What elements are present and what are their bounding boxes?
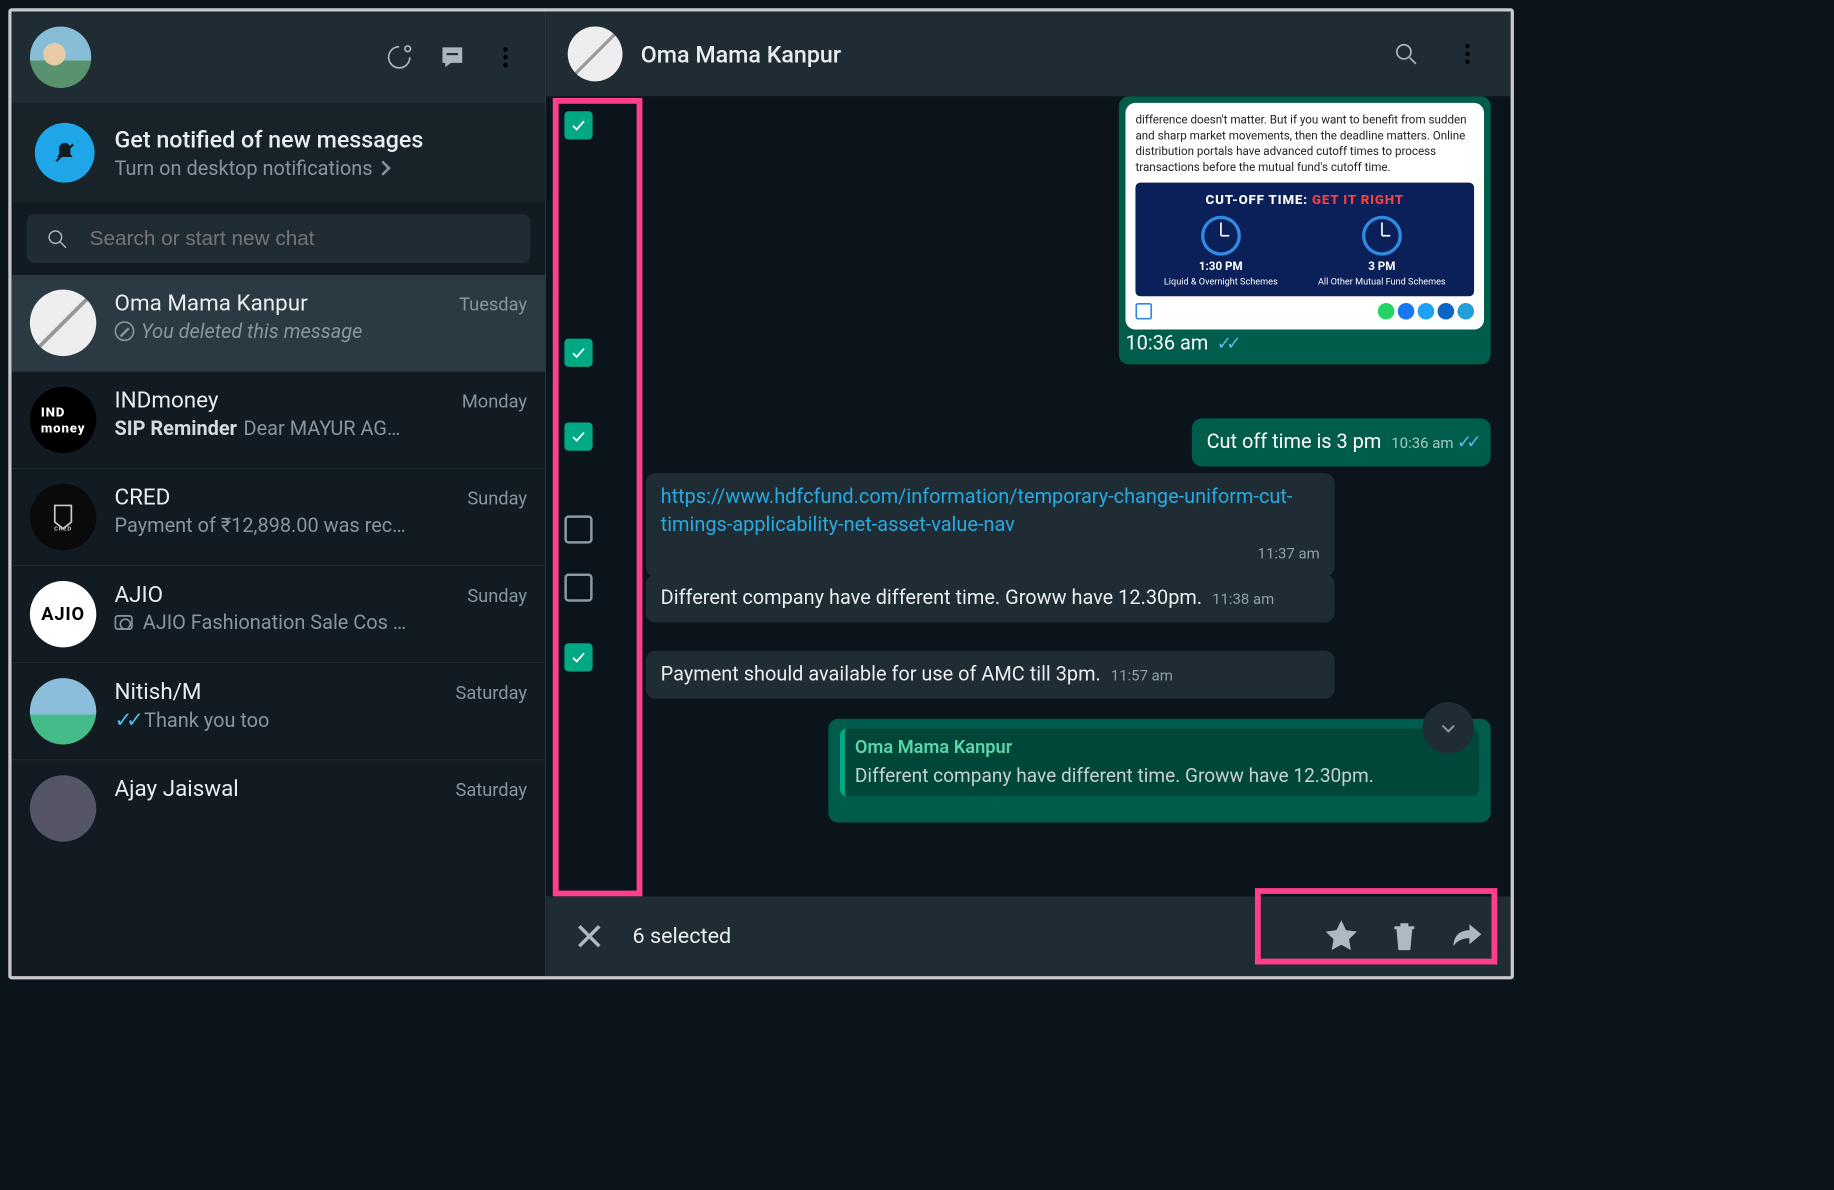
chat-avatar: AJIO: [30, 581, 96, 647]
chat-preview: You deleted this message: [141, 320, 362, 343]
chat-item[interactable]: Nitish/M Saturday ✓✓ Thank you too: [12, 663, 546, 760]
chat-header: Oma Mama Kanpur: [546, 12, 1510, 97]
chat-name: Ajay Jaiswal: [115, 775, 448, 802]
search-in-chat-icon[interactable]: [1384, 32, 1427, 75]
search-input[interactable]: [88, 226, 512, 252]
chat-preview: Thank you too: [144, 709, 269, 732]
forward-button[interactable]: [1448, 916, 1488, 956]
chat-item[interactable]: Oma Mama Kanpur Tuesday You deleted this …: [12, 275, 546, 372]
close-selection-button[interactable]: [569, 916, 609, 956]
message-select-checkbox[interactable]: [564, 574, 592, 602]
message-incoming-link[interactable]: https://www.hdfcfund.com/information/tem…: [646, 473, 1335, 577]
chat-name: Nitish/M: [115, 678, 448, 705]
chevron-right-icon: [375, 160, 390, 175]
contact-avatar[interactable]: [568, 27, 623, 82]
message-time: 10:36 am ✓✓: [1125, 331, 1235, 354]
search-bar[interactable]: [27, 214, 531, 263]
read-ticks-icon: ✓✓: [1457, 431, 1476, 457]
bell-off-icon: [35, 123, 95, 183]
chat-preview: AJIO Fashionation Sale Cos …: [143, 611, 406, 634]
chat-avatar: [30, 290, 96, 356]
message-link[interactable]: https://www.hdfcfund.com/information/tem…: [661, 485, 1293, 536]
chat-date: Sunday: [467, 586, 527, 607]
svg-text:CRED: CRED: [54, 526, 72, 532]
sidebar: Get notified of new messages Turn on des…: [12, 12, 547, 976]
message-outgoing-reply[interactable]: Oma Mama Kanpur Different company have d…: [828, 719, 1490, 823]
notifications-title: Get notified of new messages: [115, 126, 424, 153]
chat-list: Oma Mama Kanpur Tuesday You deleted this …: [12, 275, 546, 976]
read-ticks-icon: ✓✓: [115, 708, 138, 733]
contact-name[interactable]: Oma Mama Kanpur: [641, 40, 841, 67]
cutoff-banner: CUT-OFF TIME: GET IT RIGHT 1:30 PMLiquid…: [1135, 182, 1474, 296]
message-time: 11:38 am: [1212, 591, 1274, 608]
chat-item[interactable]: Ajay Jaiswal Saturday: [12, 760, 546, 856]
message-time: 10:36 am: [1391, 435, 1453, 452]
message-incoming[interactable]: Payment should available for use of AMC …: [646, 651, 1335, 699]
chat-date: Saturday: [455, 683, 527, 704]
chat-avatar: INDmoney: [30, 387, 96, 453]
selection-count: 6 selected: [632, 924, 731, 949]
status-icon[interactable]: [378, 36, 421, 79]
chat-date: Saturday: [455, 780, 527, 801]
chat-avatar: [30, 775, 96, 841]
star-button[interactable]: [1321, 916, 1361, 956]
notifications-banner[interactable]: Get notified of new messages Turn on des…: [12, 103, 546, 203]
chat-date: Monday: [462, 392, 527, 413]
notifications-subtitle: Turn on desktop notifications: [115, 156, 424, 179]
new-chat-icon[interactable]: [431, 36, 474, 79]
blocked-icon: [115, 321, 135, 341]
chat-pane: Oma Mama Kanpur difference doesn't matte…: [546, 12, 1510, 976]
chat-preview: Payment of ₹12,898.00 was rec…: [115, 514, 406, 537]
message-incoming[interactable]: Different company have different time. G…: [646, 574, 1335, 622]
chat-item[interactable]: INDmoney INDmoneyMonday SIP ReminderDear…: [12, 372, 546, 469]
conversation-area: difference doesn't matter. But if you wa…: [546, 96, 1510, 896]
quoted-message: Oma Mama Kanpur Different company have d…: [840, 729, 1479, 796]
message-select-checkbox[interactable]: [564, 423, 592, 451]
chat-name: INDmoney: [115, 387, 454, 414]
chat-date: Tuesday: [459, 295, 527, 316]
share-box-icon: [1135, 303, 1152, 320]
sidebar-header: [12, 12, 546, 103]
messages: difference doesn't matter. But if you wa…: [646, 96, 1491, 803]
selection-checkbox-column: [564, 106, 592, 797]
chat-name: Oma Mama Kanpur: [115, 290, 451, 317]
message-select-checkbox[interactable]: [564, 339, 592, 367]
camera-icon: [115, 615, 133, 630]
chat-item[interactable]: CRED CRED Sunday Payment of ₹12,898.00 wa…: [12, 469, 546, 566]
chat-name: AJIO: [115, 581, 459, 608]
chat-menu-dots-icon[interactable]: [1446, 32, 1489, 75]
chat-name: CRED: [115, 484, 459, 511]
message-select-checkbox[interactable]: [564, 515, 592, 543]
app-root: Get notified of new messages Turn on des…: [8, 8, 1514, 979]
scroll-to-bottom-button[interactable]: [1423, 702, 1474, 753]
message-select-checkbox[interactable]: [564, 111, 592, 139]
menu-dots-icon[interactable]: [484, 36, 527, 79]
self-avatar[interactable]: [30, 27, 91, 88]
chat-date: Sunday: [467, 489, 527, 510]
message-select-checkbox[interactable]: [564, 643, 592, 671]
chat-item[interactable]: AJIO AJIO Sunday AJIO Fashionation Sale C…: [12, 566, 546, 663]
chat-preview: Dear MAYUR AG…: [244, 417, 401, 440]
chat-avatar: [30, 678, 96, 744]
image-card: difference doesn't matter. But if you wa…: [1125, 103, 1484, 330]
search-icon: [45, 226, 70, 251]
message-outgoing[interactable]: Cut off time is 3 pm10:36 am✓✓: [1192, 418, 1491, 466]
message-outgoing-image[interactable]: difference doesn't matter. But if you wa…: [1119, 96, 1491, 364]
chat-avatar: CRED: [30, 484, 96, 550]
selection-action-bar: 6 selected: [546, 896, 1510, 976]
message-time: 11:57 am: [1111, 667, 1173, 684]
delete-button[interactable]: [1384, 916, 1424, 956]
social-icons: [1378, 303, 1474, 320]
message-time: 11:37 am: [1258, 545, 1320, 562]
